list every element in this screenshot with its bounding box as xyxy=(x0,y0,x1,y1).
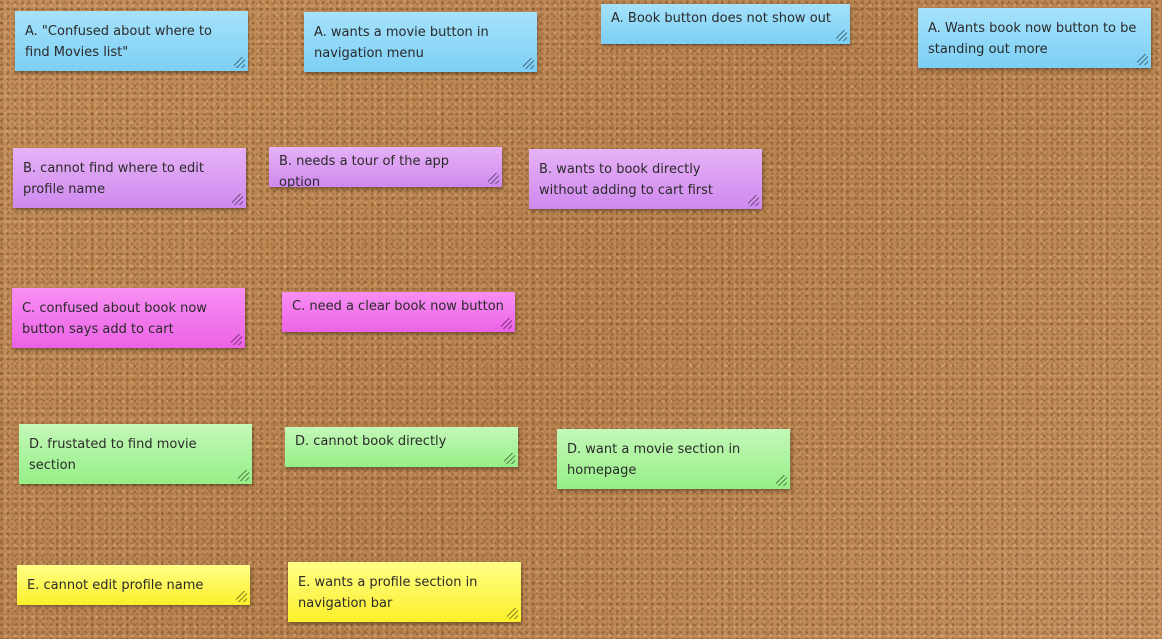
sticky-note-e1[interactable]: E. cannot edit profile name xyxy=(17,565,250,605)
resize-grip-icon[interactable] xyxy=(507,608,518,619)
resize-grip-icon[interactable] xyxy=(501,318,512,329)
resize-grip-icon[interactable] xyxy=(232,194,243,205)
sticky-note-e2[interactable]: E. wants a profile section in navigation… xyxy=(288,562,521,622)
sticky-note-b1[interactable]: B. cannot find where to edit profile nam… xyxy=(13,148,246,208)
sticky-note-d1[interactable]: D. frustated to find movie section xyxy=(19,424,252,484)
sticky-note-text: B. wants to book directly without adding… xyxy=(539,162,713,198)
sticky-note-a3[interactable]: A. Book button does not show out xyxy=(601,4,850,44)
resize-grip-icon[interactable] xyxy=(488,173,499,184)
sticky-note-d2[interactable]: D. cannot book directly xyxy=(285,427,518,467)
resize-grip-icon[interactable] xyxy=(234,57,245,68)
sticky-note-text: D. want a movie section in homepage xyxy=(567,442,741,478)
sticky-note-text: C. need a clear book now button xyxy=(292,299,504,314)
resize-grip-icon[interactable] xyxy=(523,58,534,69)
sticky-note-text: A. Wants book now button to be standing … xyxy=(928,21,1137,57)
sticky-note-text: D. cannot book directly xyxy=(295,434,447,449)
resize-grip-icon[interactable] xyxy=(1137,54,1148,65)
resize-grip-icon[interactable] xyxy=(748,195,759,206)
resize-grip-icon[interactable] xyxy=(236,591,247,602)
sticky-note-text: A. "Confused about where to find Movies … xyxy=(25,24,212,60)
sticky-note-a1[interactable]: A. "Confused about where to find Movies … xyxy=(15,11,248,71)
sticky-note-b2[interactable]: B. needs a tour of the app option xyxy=(269,147,502,187)
resize-grip-icon[interactable] xyxy=(231,334,242,345)
resize-grip-icon[interactable] xyxy=(776,475,787,486)
resize-grip-icon[interactable] xyxy=(504,453,515,464)
sticky-note-text: A. Book button does not show out xyxy=(611,11,831,26)
sticky-note-b3[interactable]: B. wants to book directly without adding… xyxy=(529,149,762,209)
sticky-note-text: E. cannot edit profile name xyxy=(27,578,204,593)
resize-grip-icon[interactable] xyxy=(836,30,847,41)
sticky-note-text: B. cannot find where to edit profile nam… xyxy=(23,161,204,197)
sticky-note-text: C. confused about book now button says a… xyxy=(22,301,207,337)
sticky-note-text: A. wants a movie button in navigation me… xyxy=(314,25,489,61)
sticky-note-a2[interactable]: A. wants a movie button in navigation me… xyxy=(304,12,537,72)
sticky-note-c2[interactable]: C. need a clear book now button xyxy=(282,292,515,332)
sticky-note-c1[interactable]: C. confused about book now button says a… xyxy=(12,288,245,348)
corkboard: A. "Confused about where to find Movies … xyxy=(0,0,1162,639)
resize-grip-icon[interactable] xyxy=(238,470,249,481)
sticky-note-text: B. needs a tour of the app option xyxy=(279,154,450,187)
sticky-note-text: E. wants a profile section in navigation… xyxy=(298,575,478,611)
sticky-note-d3[interactable]: D. want a movie section in homepage xyxy=(557,429,790,489)
sticky-note-text: D. frustated to find movie section xyxy=(29,437,197,473)
sticky-note-a4[interactable]: A. Wants book now button to be standing … xyxy=(918,8,1151,68)
